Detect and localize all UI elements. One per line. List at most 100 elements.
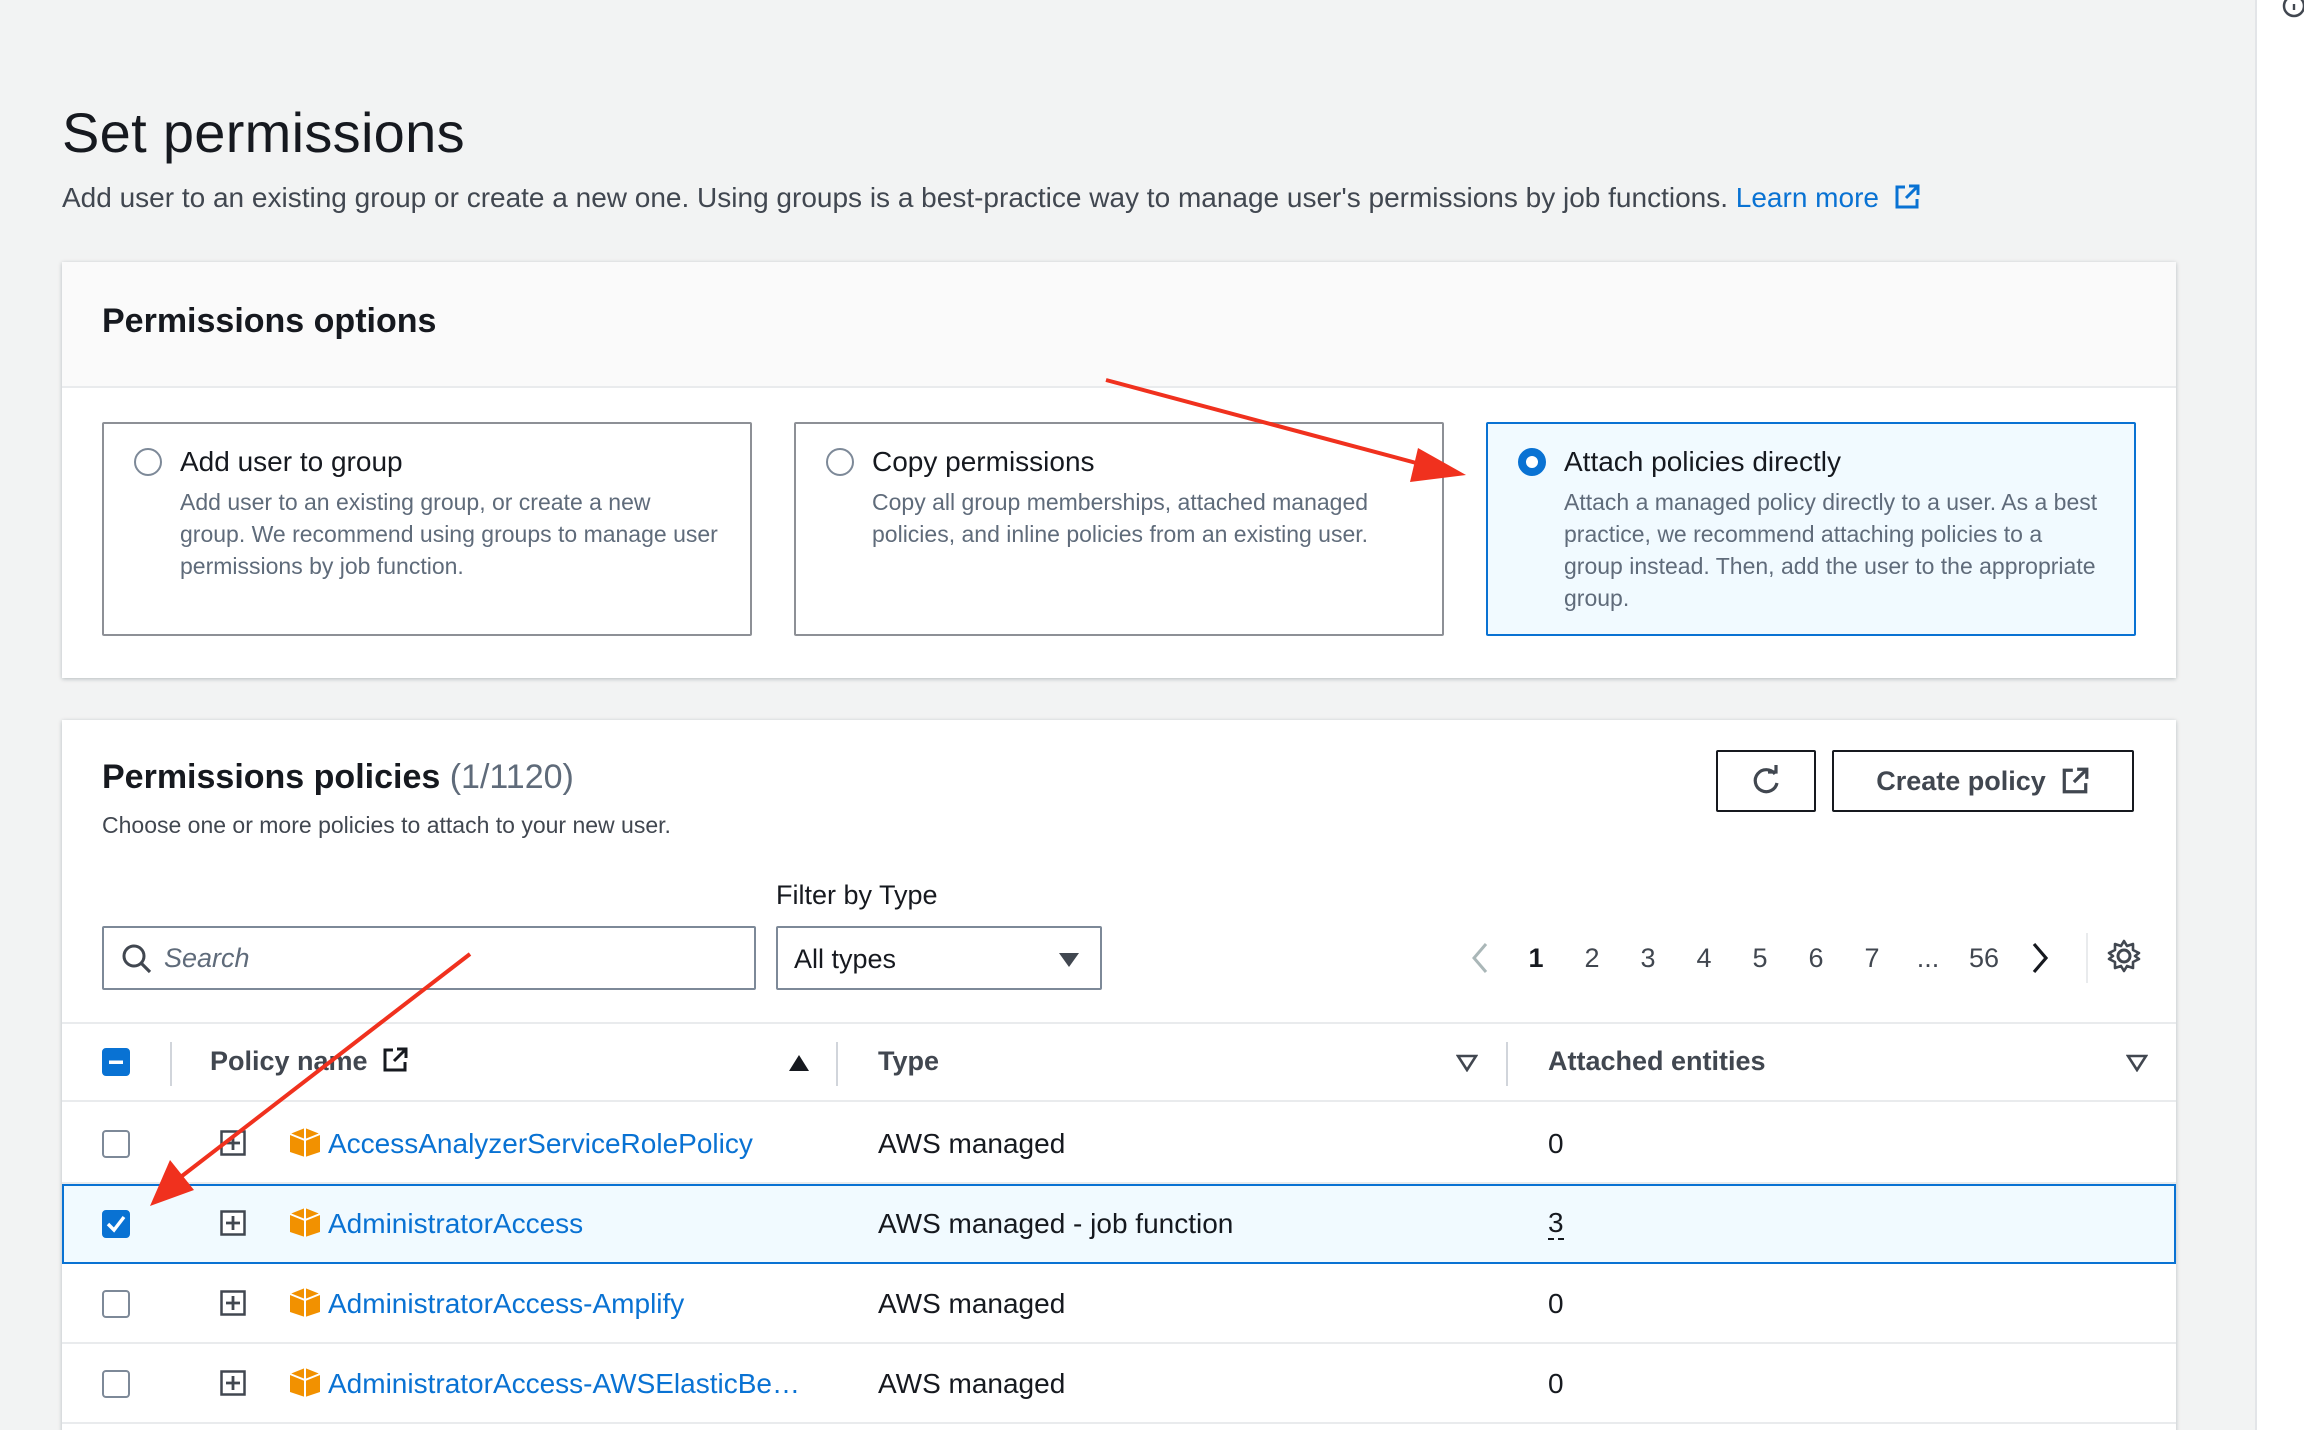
refresh-icon bbox=[1748, 763, 1784, 799]
table-header: Policy name Type Attached entities bbox=[62, 1022, 2176, 1102]
package-icon bbox=[288, 1286, 322, 1318]
minus-icon bbox=[104, 1050, 128, 1074]
radio-copy-permissions[interactable] bbox=[826, 448, 854, 476]
sort-descending-icon[interactable] bbox=[1456, 1054, 1478, 1072]
expand-icon[interactable] bbox=[220, 1370, 246, 1396]
caret-down-icon bbox=[1058, 952, 1080, 968]
policy-count: (1/1120) bbox=[450, 758, 574, 796]
column-separator bbox=[170, 1042, 172, 1086]
attached-entities-link[interactable]: 3 bbox=[1548, 1208, 1564, 1240]
policy-name-header-label[interactable]: Policy name bbox=[210, 1046, 368, 1076]
row-checkbox[interactable] bbox=[102, 1370, 130, 1398]
policy-type: AWS managed bbox=[878, 1368, 1065, 1400]
option-title[interactable]: Add user to group bbox=[180, 446, 403, 478]
attached-entities: 0 bbox=[1548, 1128, 1564, 1160]
learn-more-link[interactable]: Learn more bbox=[1736, 182, 1921, 213]
page-56[interactable]: 56 bbox=[1956, 943, 2012, 974]
option-description: Attach a managed policy directly to a us… bbox=[1564, 486, 2104, 614]
expand-icon[interactable] bbox=[220, 1130, 246, 1156]
refresh-button[interactable] bbox=[1716, 750, 1816, 812]
chevron-right-icon bbox=[2030, 942, 2050, 974]
next-page-button[interactable] bbox=[2012, 942, 2068, 974]
package-icon bbox=[288, 1366, 322, 1398]
permissions-options-panel: Permissions options Add user to group Ad… bbox=[62, 262, 2176, 678]
radio-add-user-to-group[interactable] bbox=[134, 448, 162, 476]
column-header-type[interactable]: Type bbox=[878, 1046, 939, 1077]
filter-by-type-label: Filter by Type bbox=[776, 880, 938, 911]
external-link-icon bbox=[2060, 766, 2090, 796]
page-description: Add user to an existing group or create … bbox=[62, 182, 1921, 214]
info-icon[interactable] bbox=[2282, 0, 2304, 24]
radio-attach-policies-directly[interactable] bbox=[1518, 448, 1546, 476]
table-row-selected[interactable]: AdministratorAccess AWS managed - job fu… bbox=[62, 1184, 2176, 1264]
policy-name-link[interactable]: AccessAnalyzerServiceRolePolicy bbox=[328, 1128, 753, 1160]
column-separator bbox=[836, 1042, 838, 1086]
policy-type: AWS managed bbox=[878, 1128, 1065, 1160]
page-3[interactable]: 3 bbox=[1620, 943, 1676, 974]
option-copy-permissions[interactable]: Copy permissions Copy all group membersh… bbox=[794, 422, 1444, 636]
page-4[interactable]: 4 bbox=[1676, 943, 1732, 974]
select-all-checkbox[interactable] bbox=[102, 1048, 130, 1076]
sort-descending-icon[interactable] bbox=[2126, 1054, 2148, 1072]
permissions-policies-panel: Permissions policies (1/1120) Choose one… bbox=[62, 720, 2176, 1430]
create-policy-button[interactable]: Create policy bbox=[1832, 750, 2134, 812]
permissions-policies-title: Permissions policies bbox=[102, 758, 440, 796]
page-ellipsis: ... bbox=[1900, 943, 1956, 974]
permissions-options-heading: Permissions options bbox=[102, 302, 436, 341]
expand-icon[interactable] bbox=[220, 1290, 246, 1316]
table-row[interactable]: AccessAnalyzerServiceRolePolicy AWS mana… bbox=[62, 1104, 2176, 1184]
page-5[interactable]: 5 bbox=[1732, 943, 1788, 974]
column-separator bbox=[1506, 1042, 1508, 1086]
policy-search[interactable] bbox=[102, 926, 756, 990]
page-7[interactable]: 7 bbox=[1844, 943, 1900, 974]
policy-name-link[interactable]: AdministratorAccess-AWSElasticBe… bbox=[328, 1368, 800, 1400]
page-1[interactable]: 1 bbox=[1508, 943, 1564, 974]
gear-icon bbox=[2106, 938, 2142, 974]
pager-divider bbox=[2086, 933, 2088, 983]
learn-more-label[interactable]: Learn more bbox=[1736, 182, 1879, 213]
previous-page-button[interactable] bbox=[1452, 942, 1508, 974]
package-icon bbox=[288, 1206, 322, 1238]
policy-name-link[interactable]: AdministratorAccess-Amplify bbox=[328, 1288, 684, 1320]
option-title[interactable]: Copy permissions bbox=[872, 446, 1095, 478]
page-description-text: Add user to an existing group or create … bbox=[62, 182, 1728, 213]
search-icon bbox=[120, 942, 154, 976]
page-6[interactable]: 6 bbox=[1788, 943, 1844, 974]
policy-type: AWS managed bbox=[878, 1288, 1065, 1320]
checkmark-icon bbox=[104, 1212, 128, 1236]
chevron-left-icon bbox=[1470, 942, 1490, 974]
row-checkbox[interactable] bbox=[102, 1130, 130, 1158]
attached-entities: 0 bbox=[1548, 1288, 1564, 1320]
search-input[interactable] bbox=[164, 938, 734, 978]
row-checkbox-checked[interactable] bbox=[102, 1210, 130, 1238]
attached-entities: 0 bbox=[1548, 1368, 1564, 1400]
page-2[interactable]: 2 bbox=[1564, 943, 1620, 974]
filter-type-value[interactable]: All types bbox=[794, 944, 896, 975]
option-description: Add user to an existing group, or create… bbox=[180, 486, 720, 582]
permissions-policies-heading: Permissions policies (1/1120) bbox=[102, 758, 574, 797]
expand-icon[interactable] bbox=[220, 1210, 246, 1236]
package-icon bbox=[288, 1126, 322, 1158]
policy-name-link[interactable]: AdministratorAccess bbox=[328, 1208, 583, 1240]
column-header-policy-name[interactable]: Policy name bbox=[210, 1046, 409, 1077]
filter-type-select[interactable]: All types bbox=[776, 926, 1102, 990]
right-panel-edge bbox=[2255, 0, 2304, 1430]
external-link-icon bbox=[1893, 183, 1921, 211]
create-policy-label[interactable]: Create policy bbox=[1876, 766, 2046, 797]
external-link-icon bbox=[381, 1046, 409, 1074]
option-title[interactable]: Attach policies directly bbox=[1564, 446, 1841, 478]
column-header-attached-entities[interactable]: Attached entities bbox=[1548, 1046, 1766, 1077]
table-row[interactable]: AdministratorAccess-Amplify AWS managed … bbox=[62, 1264, 2176, 1344]
page-root: Set permissions Add user to an existing … bbox=[0, 0, 2304, 1430]
table-row[interactable]: AdministratorAccess-AWSElasticBe… AWS ma… bbox=[62, 1344, 2176, 1424]
option-description: Copy all group memberships, attached man… bbox=[872, 486, 1412, 550]
option-add-user-to-group[interactable]: Add user to group Add user to an existin… bbox=[102, 422, 752, 636]
option-attach-policies-directly[interactable]: Attach policies directly Attach a manage… bbox=[1486, 422, 2136, 636]
policy-type: AWS managed - job function bbox=[878, 1208, 1233, 1240]
pagination: 1 2 3 4 5 6 7 ... 56 bbox=[1452, 928, 2142, 988]
table-settings-button[interactable] bbox=[2106, 938, 2142, 979]
permissions-policies-description: Choose one or more policies to attach to… bbox=[102, 812, 671, 839]
row-checkbox[interactable] bbox=[102, 1290, 130, 1318]
sort-ascending-icon[interactable] bbox=[788, 1054, 810, 1072]
page-title: Set permissions bbox=[62, 100, 465, 165]
